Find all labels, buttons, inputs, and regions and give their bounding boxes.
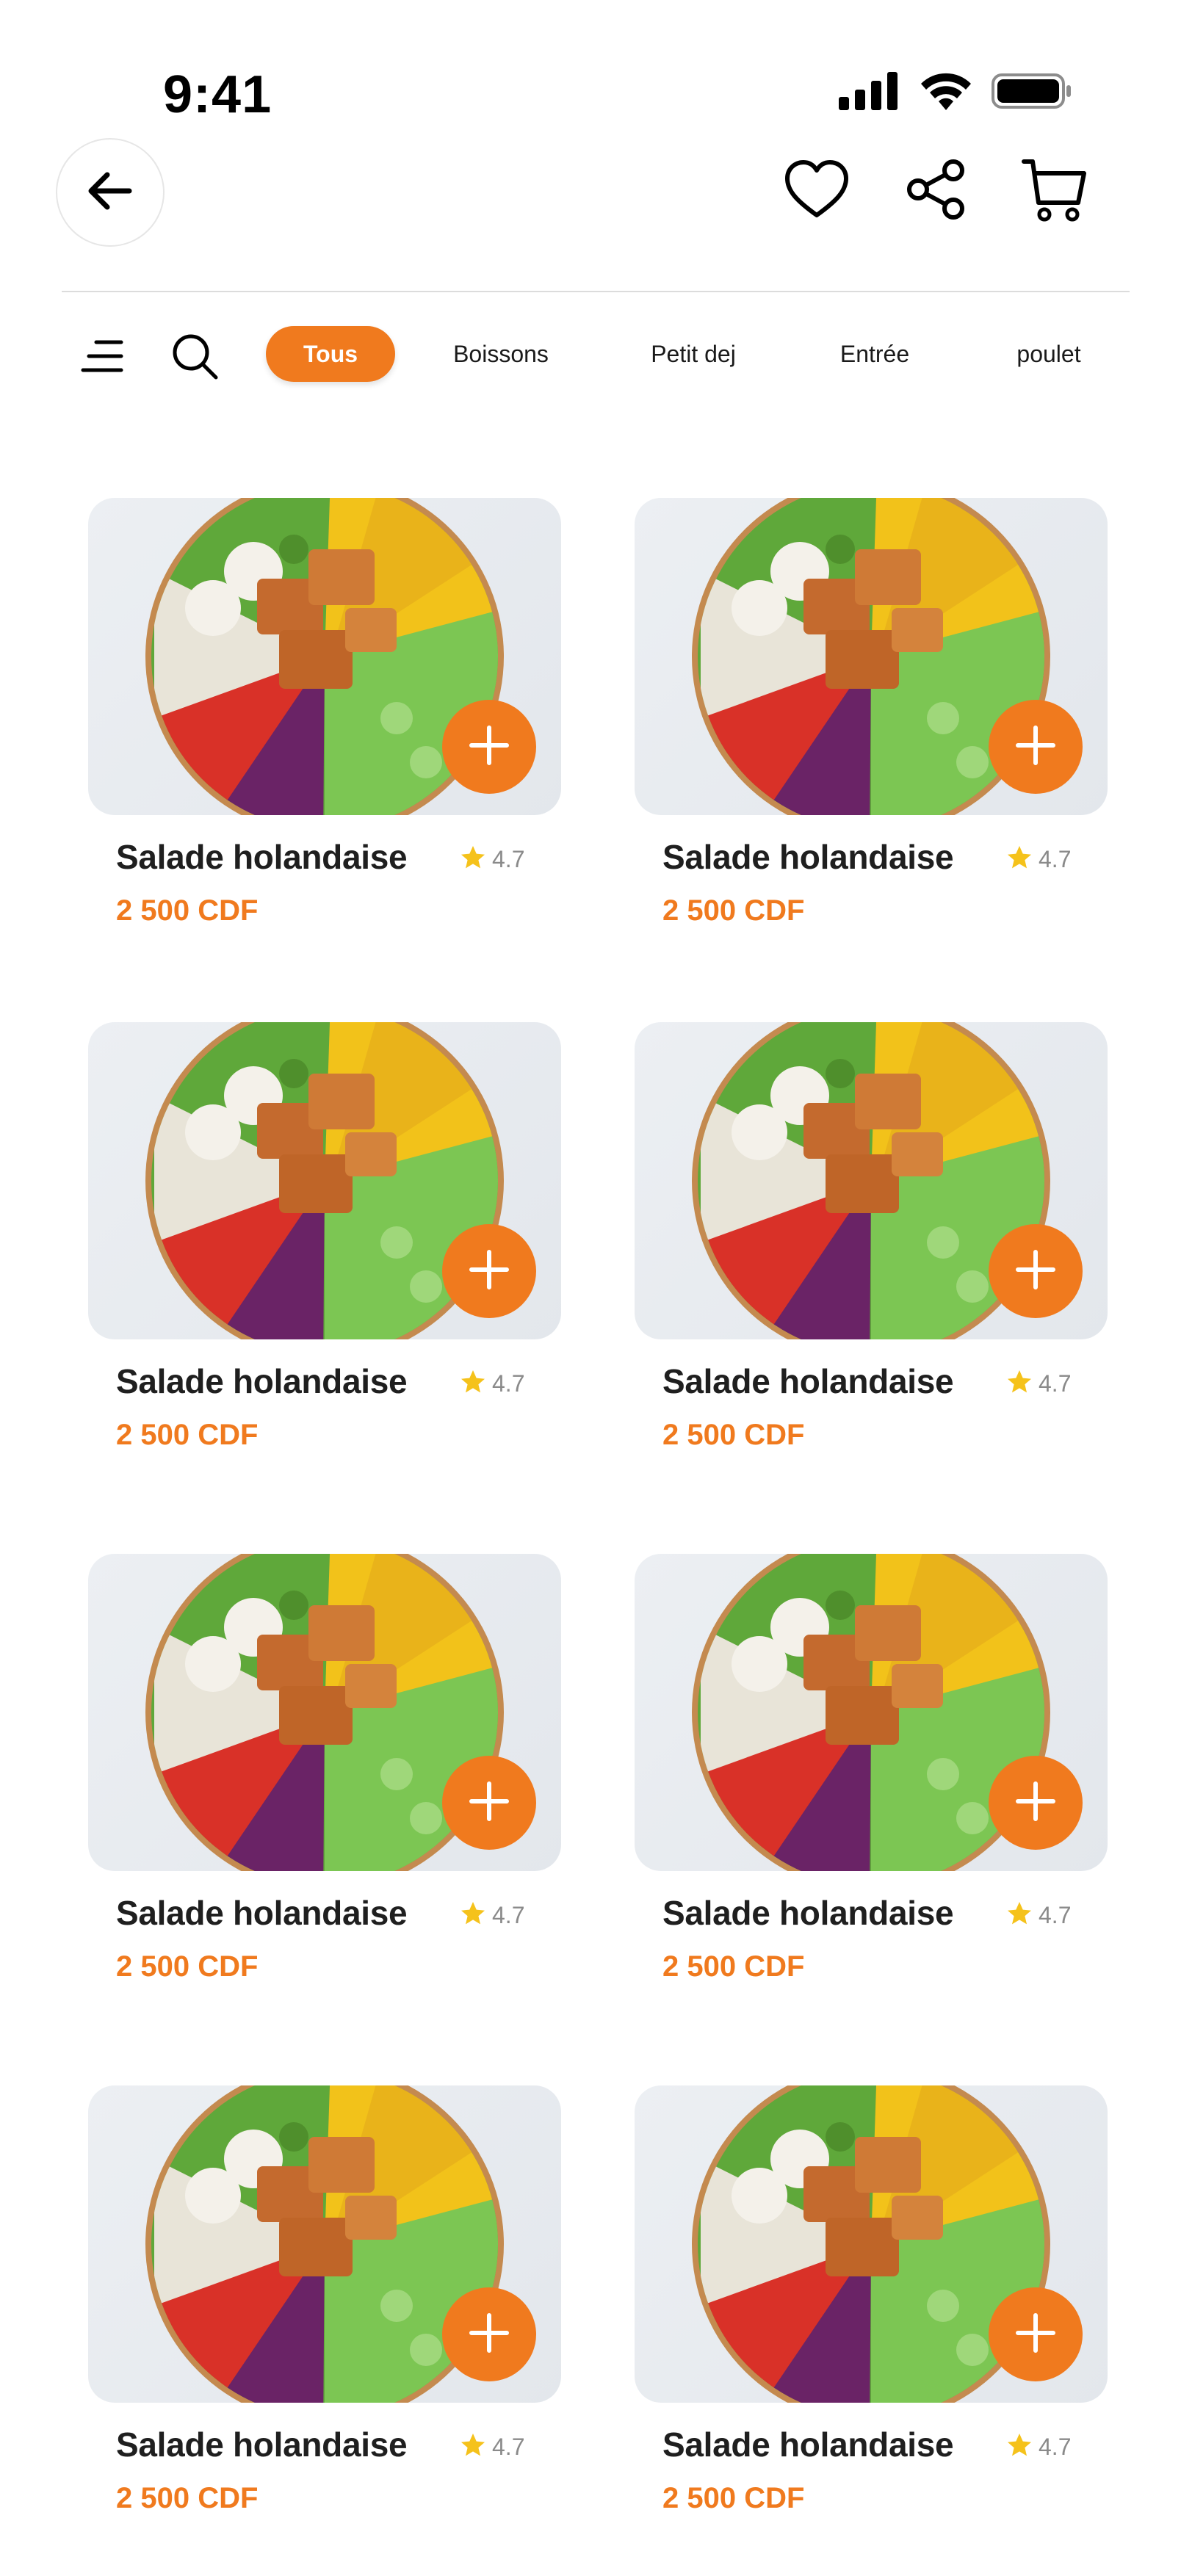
product-rating: 4.7 [1006,2432,1071,2462]
menu-button[interactable] [76,332,128,383]
product-rating: 4.7 [1006,1900,1071,1931]
share-icon [905,159,967,224]
cart-button[interactable] [1018,154,1091,228]
back-button[interactable] [56,138,165,247]
product-name: Salade holandaise [116,1362,408,1400]
product-card[interactable]: Salade holandaise 4.7 2 500 CDF [88,2085,561,2555]
product-card[interactable]: Salade holandaise 4.7 2 500 CDF [635,498,1108,968]
plus-icon [1012,1778,1059,1828]
star-icon [460,844,486,875]
product-rating: 4.7 [460,1369,524,1399]
star-icon [1006,844,1033,875]
status-icons [839,72,1072,114]
product-price: 2 500 CDF [662,1950,805,1983]
product-rating: 4.7 [1006,844,1071,875]
nav-actions [780,154,1091,228]
star-icon [1006,1900,1033,1931]
favorite-button[interactable] [780,154,853,228]
back-arrow-icon [84,164,137,221]
header-divider [62,291,1130,292]
product-card[interactable]: Salade holandaise 4.7 2 500 CDF [635,1554,1108,2024]
plus-icon [466,1246,513,1297]
menu-icon [80,338,124,378]
status-time: 9:41 [163,65,272,124]
add-to-cart-button[interactable] [442,1756,536,1850]
add-to-cart-button[interactable] [989,1224,1083,1318]
product-card[interactable]: Salade holandaise 4.7 2 500 CDF [88,1554,561,2024]
product-price: 2 500 CDF [116,1419,259,1451]
product-name: Salade holandaise [116,2425,408,2464]
plus-icon [1012,722,1059,773]
star-icon [460,2432,486,2462]
status-bar: 9:41 [0,0,1181,132]
product-price: 2 500 CDF [116,1950,259,1983]
add-to-cart-button[interactable] [442,1224,536,1318]
rating-value: 4.7 [492,846,525,872]
star-icon [460,1900,486,1931]
product-card[interactable]: Salade holandaise 4.7 2 500 CDF [635,1022,1108,1492]
product-rating: 4.7 [460,844,524,875]
add-to-cart-button[interactable] [989,700,1083,794]
chip-boissons[interactable]: Boissons [441,326,561,382]
chip-poulet[interactable]: poulet [999,326,1099,382]
product-rating: 4.7 [1006,1369,1071,1399]
add-to-cart-button[interactable] [989,2287,1083,2381]
product-price: 2 500 CDF [662,894,805,927]
product-card[interactable]: Salade holandaise 4.7 2 500 CDF [88,498,561,968]
wifi-icon [920,72,972,114]
product-rating: 4.7 [460,1900,524,1931]
rating-value: 4.7 [1039,2434,1072,2460]
share-button[interactable] [899,154,972,228]
star-icon [460,1369,486,1399]
plus-icon [466,2309,513,2360]
product-price: 2 500 CDF [116,894,259,927]
star-icon [1006,1369,1033,1399]
cart-icon [1021,156,1088,227]
rating-value: 4.7 [1039,1902,1072,1928]
chip-petit-dej[interactable]: Petit dej [635,326,752,382]
rating-value: 4.7 [492,2434,525,2460]
product-name: Salade holandaise [662,1362,954,1400]
plus-icon [466,722,513,773]
signal-icon [839,72,900,114]
search-button[interactable] [169,332,220,383]
rating-value: 4.7 [1039,846,1072,872]
product-name: Salade holandaise [116,1894,408,1932]
product-card[interactable]: Salade holandaise 4.7 2 500 CDF [88,1022,561,1492]
product-name: Salade holandaise [662,838,954,876]
rating-value: 4.7 [1039,1370,1072,1397]
product-name: Salade holandaise [662,1894,954,1932]
chip-tous[interactable]: Tous [266,326,395,382]
heart-icon [784,159,850,223]
plus-icon [466,1778,513,1828]
product-price: 2 500 CDF [116,2482,259,2514]
rating-value: 4.7 [492,1370,525,1397]
filter-bar: Tous Boissons Petit dej Entrée poulet [0,316,1181,389]
product-name: Salade holandaise [116,838,408,876]
add-to-cart-button[interactable] [442,2287,536,2381]
chip-entree[interactable]: Entrée [823,326,927,382]
product-price: 2 500 CDF [662,2482,805,2514]
plus-icon [1012,1246,1059,1297]
rating-value: 4.7 [492,1902,525,1928]
product-card[interactable]: Salade holandaise 4.7 2 500 CDF [635,2085,1108,2555]
add-to-cart-button[interactable] [442,700,536,794]
plus-icon [1012,2309,1059,2360]
top-nav [0,132,1181,294]
product-rating: 4.7 [460,2432,524,2462]
product-name: Salade holandaise [662,2425,954,2464]
star-icon [1006,2432,1033,2462]
search-icon [170,332,219,384]
battery-icon [992,72,1072,114]
product-price: 2 500 CDF [662,1419,805,1451]
add-to-cart-button[interactable] [989,1756,1083,1850]
